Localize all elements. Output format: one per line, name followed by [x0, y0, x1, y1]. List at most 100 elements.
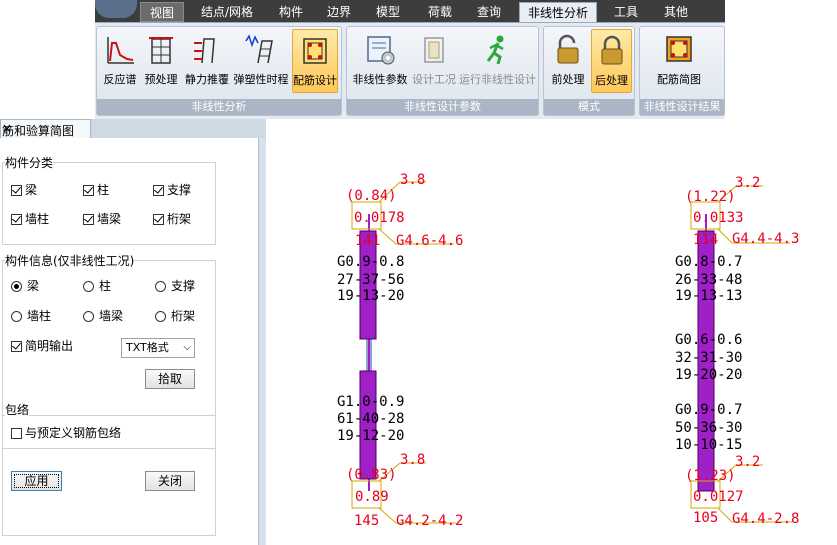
nonlinear-params-label: 非线性参数 — [352, 73, 408, 86]
member-1-bottom-bracket: (0.83) — [346, 467, 397, 483]
run-nonlinear-design-label: 运行非线性设计 — [459, 73, 536, 86]
member-2-upper-line-1: G0.8-0.7 — [675, 254, 742, 270]
response-spectrum-label: 反应谱 — [103, 73, 137, 86]
member-1-lower-line-2: 61-40-28 — [337, 411, 404, 427]
pushover-icon — [194, 38, 215, 64]
member-2-bottom-bracket: (1.23) — [685, 468, 736, 484]
member-2-bottom-leader — [717, 507, 733, 523]
group-design-result: 配筋简图 非线性设计结果 — [639, 26, 725, 116]
member-1-top-value: 3.8 — [400, 172, 425, 188]
info-beam-radio[interactable]: 梁 — [11, 278, 39, 294]
member-2-top-value: 3.2 — [735, 175, 760, 191]
class-brace-checkbox[interactable]: 支撑 — [153, 182, 191, 198]
member-1-top-ratio: 0.0178 — [354, 210, 405, 226]
info-brace-radio[interactable]: 支撑 — [155, 278, 195, 294]
member-2-top-ratio: 0.0133 — [693, 210, 744, 226]
group-nonlinear-params-label: 非线性设计参数 — [347, 99, 538, 115]
run-icon — [486, 35, 504, 65]
tab-load[interactable]: 荷载 — [419, 2, 461, 22]
class-wall-column-checkbox[interactable]: 墙柱 — [11, 211, 49, 227]
rebar-diagram-button[interactable]: 配筋简图 — [644, 29, 714, 93]
group-nonlinear-analysis: 反应谱 预处理 静力推覆 弹塑性时程 配筋设计 非线性分析 — [96, 26, 342, 116]
panel-splitter[interactable] — [258, 138, 266, 545]
pre-process-mode-button[interactable]: 前处理 — [547, 29, 589, 93]
close-icon[interactable]: ✕ — [2, 122, 12, 136]
tab-query[interactable]: 查询 — [468, 2, 510, 22]
pushover-label: 静力推覆 — [185, 73, 229, 86]
member-2[interactable]: (1.22) 3.2 0.0133 114 G4.4-4.3 G0.8-0.7 … — [675, 175, 799, 527]
class-beam-checkbox[interactable]: 梁 — [11, 182, 37, 198]
member-1-top-count: 141 — [355, 233, 380, 249]
preprocess-button[interactable]: 预处理 — [141, 29, 181, 93]
envelope-title: 包络 — [5, 401, 30, 418]
member-1-upper-line-1: G0.9-0.8 — [337, 254, 404, 270]
close-button[interactable]: 关闭 — [145, 471, 195, 491]
pre-process-mode-label: 前处理 — [551, 73, 585, 86]
design-case-button[interactable]: 设计工况 — [411, 29, 457, 93]
member-1[interactable]: (0.84) 3.8 0.0178 141 G4.6-4.6 G0.9-0.8 … — [337, 172, 463, 529]
output-format-value: TXT格式 — [126, 341, 169, 354]
member-1-upper-line-2: 27-37-56 — [337, 272, 404, 288]
class-wall-beam-checkbox[interactable]: 墙梁 — [83, 211, 121, 227]
time-history-button[interactable]: 弹塑性时程 — [233, 29, 289, 93]
pick-button[interactable]: 拾取 — [145, 369, 195, 389]
panel-tab-strip — [91, 119, 266, 138]
drawing-canvas[interactable]: (0.84) 3.8 0.0178 141 G4.6-4.6 G0.9-0.8 … — [266, 119, 837, 545]
design-case-label: 设计工况 — [412, 73, 456, 86]
rebar-design-button[interactable]: 配筋设计 — [292, 29, 338, 93]
info-truss-radio[interactable]: 桁架 — [155, 308, 195, 324]
group-mode-label: 模式 — [544, 99, 634, 115]
info-wall-column-radio[interactable]: 墙柱 — [11, 308, 51, 324]
pushover-button[interactable]: 静力推覆 — [183, 29, 231, 93]
member-1-bottom-ratio: 0.89 — [355, 489, 389, 505]
tab-view[interactable]: 视图 — [140, 2, 184, 22]
output-format-select[interactable]: TXT格式 ⌵ — [121, 338, 195, 358]
ribbon: 视图 结点/网格 构件 边界 模型 荷载 查询 非线性分析 工具 其他 反应谱 — [95, 0, 725, 119]
app-logo — [95, 0, 137, 18]
member-2-middle-line-2: 32-31-30 — [675, 350, 742, 366]
rebar-check-panel: 构件分类 梁 柱 支撑 墙柱 墙梁 桁架 构件信息(仅非线性工况) 梁 柱 支撑… — [0, 138, 258, 545]
panel-tab[interactable]: 筋和验算简图 ✕ — [0, 119, 91, 138]
preprocess-icon — [149, 37, 173, 64]
chevron-down-icon: ⌵ — [183, 342, 191, 353]
response-spectrum-button[interactable]: 反应谱 — [101, 29, 139, 93]
tab-other[interactable]: 其他 — [655, 2, 697, 22]
envelope-checkbox[interactable]: 与预定义钢筋包络 — [11, 425, 121, 441]
unlock-icon — [557, 34, 579, 64]
info-column-radio[interactable]: 柱 — [83, 278, 111, 294]
lock-icon — [601, 35, 622, 65]
class-truss-checkbox[interactable]: 桁架 — [153, 211, 191, 227]
member-1-top-code: G4.6-4.6 — [396, 233, 463, 249]
member-1-upper-line-3: 19-13-20 — [337, 288, 404, 304]
member-2-top-code: G4.4-4.3 — [732, 231, 799, 247]
tab-model[interactable]: 模型 — [367, 2, 409, 22]
time-history-icon — [245, 34, 273, 64]
tab-node-grid[interactable]: 结点/网格 — [191, 2, 263, 22]
member-1-bottom-leader — [378, 507, 397, 524]
tab-member[interactable]: 构件 — [270, 2, 312, 22]
post-process-mode-button[interactable]: 后处理 — [591, 29, 632, 93]
class-column-checkbox[interactable]: 柱 — [83, 182, 109, 198]
member-2-top-bracket: (1.22) — [685, 189, 736, 205]
member-2-upper-line-3: 19-13-13 — [675, 288, 742, 304]
tab-tools[interactable]: 工具 — [605, 2, 647, 22]
member-1-bottom-count: 145 — [354, 513, 379, 529]
panel-tab-title: 筋和验算简图 — [2, 124, 75, 138]
member-2-bottom-count: 105 — [693, 510, 718, 526]
run-nonlinear-design-button[interactable]: 运行非线性设计 — [459, 29, 536, 93]
member-info-title: 构件信息(仅非线性工况) — [5, 252, 135, 269]
nonlinear-params-button[interactable]: 非线性参数 — [351, 29, 409, 93]
member-2-middle-line-1: G0.6-0.6 — [675, 332, 742, 348]
member-1-lower-line-1: G1.0-0.9 — [337, 394, 404, 410]
info-wall-beam-radio[interactable]: 墙梁 — [83, 308, 123, 324]
tab-boundary[interactable]: 边界 — [318, 2, 360, 22]
member-1-lower-line-3: 19-12-20 — [337, 428, 404, 444]
rebar-diagram-label: 配筋简图 — [657, 73, 701, 86]
member-2-lower-line-1: G0.9-0.7 — [675, 402, 742, 418]
member-class-title: 构件分类 — [5, 154, 54, 171]
post-process-mode-label: 后处理 — [595, 74, 628, 87]
brief-output-checkbox[interactable]: 简明输出 — [11, 338, 73, 354]
tab-nonlinear-analysis[interactable]: 非线性分析 — [519, 2, 597, 22]
apply-button[interactable]: 应用 — [11, 471, 62, 491]
params-settings-icon — [367, 36, 395, 65]
